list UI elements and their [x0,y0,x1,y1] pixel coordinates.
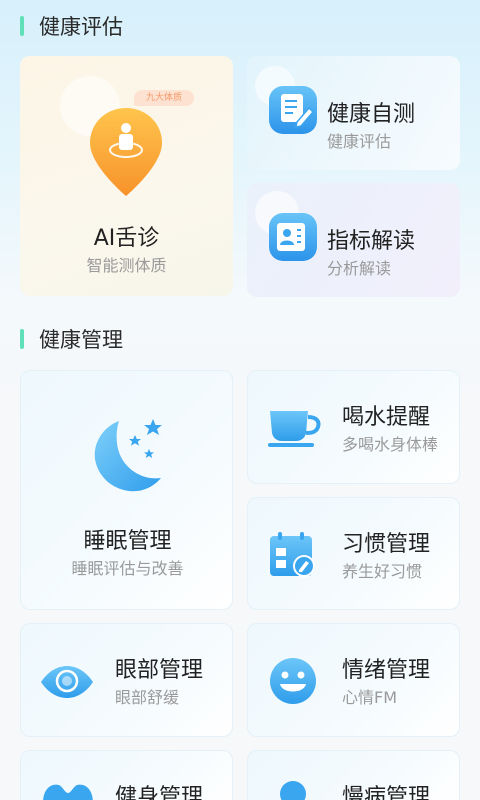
clipboard-pen-icon [269,86,317,134]
chronic-title: 慢病管理 [342,785,431,800]
section-accent-bar [20,329,24,349]
health-self-test-card[interactable]: 健康自测 健康评估 [247,56,460,170]
fitness-management-card[interactable]: 健身管理 [20,750,233,800]
indicator-reading-card[interactable]: 指标解读 分析解读 [247,183,460,297]
sleep-title: 睡眠管理 [83,529,172,554]
sleep-subtitle: 睡眠评估与改善 [71,559,184,578]
section-health-assessment: 健康评估 [20,11,123,41]
section-health-management: 健康管理 [20,324,123,354]
section-title-management: 健康管理 [39,328,123,352]
mood-management-card[interactable]: 情绪管理 心情FM [247,623,460,737]
mood-title: 情绪管理 [342,658,431,683]
ai-tongue-title: AI舌诊 [93,226,160,251]
smiley-face-icon [270,658,316,704]
eye-subtitle: 眼部舒缓 [115,688,180,707]
cup-icon [268,411,321,447]
calendar-edit-icon [270,532,315,577]
water-title: 喝水提醒 [342,405,431,430]
eye-title: 眼部管理 [115,658,204,683]
eye-management-card[interactable]: 眼部管理 眼部舒缓 [20,623,233,737]
muscle-icon [43,784,93,800]
mood-subtitle: 心情FM [342,688,398,707]
fitness-title: 健身管理 [115,785,204,800]
ai-tongue-card[interactable]: 九大体质 AI舌诊 智能测体质 [20,56,233,296]
habit-subtitle: 养生好习惯 [342,562,423,581]
sleep-management-card[interactable]: 睡眠管理 睡眠评估与改善 [20,370,233,610]
section-title-assessment: 健康评估 [39,15,123,39]
water-reminder-card[interactable]: 喝水提醒 多喝水身体棒 [247,370,460,484]
ai-tongue-subtitle: 智能测体质 [86,256,167,275]
indicator-title: 指标解读 [327,229,416,254]
moon-stars-icon [94,419,162,492]
habit-management-card[interactable]: 习惯管理 养生好习惯 [247,497,460,610]
person-icon [280,781,306,800]
report-person-icon [269,213,317,261]
water-subtitle: 多喝水身体棒 [342,435,439,454]
eye-icon [41,666,93,698]
location-pin-icon [90,108,162,196]
section-accent-bar [20,16,24,36]
indicator-subtitle: 分析解读 [327,259,392,278]
self-test-title: 健康自测 [327,102,416,127]
habit-title: 习惯管理 [342,532,431,557]
self-test-subtitle: 健康评估 [327,132,392,151]
chronic-disease-card[interactable]: 慢病管理 [247,750,460,800]
